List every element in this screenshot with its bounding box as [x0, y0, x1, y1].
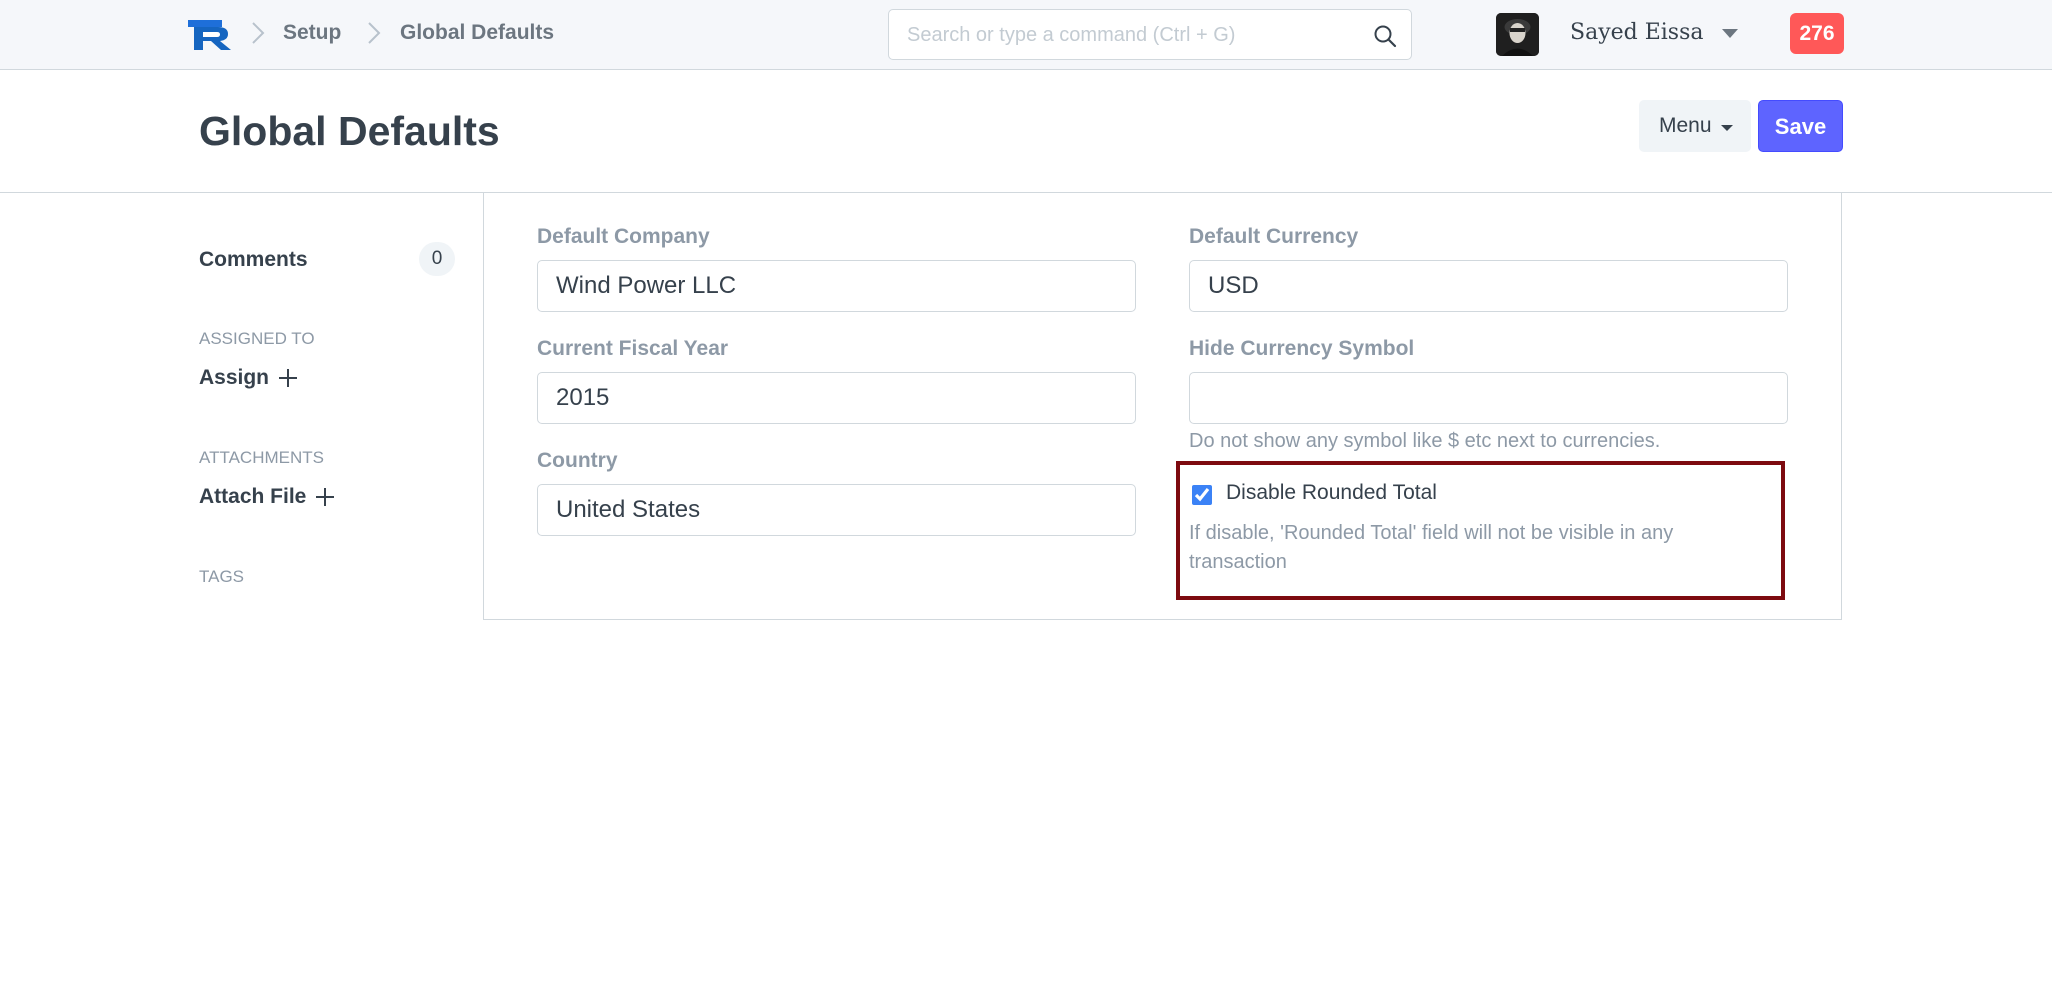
disable-rounded-total-highlight: Disable Rounded Total If disable, 'Round…: [1176, 461, 1785, 600]
caret-down-icon: [1721, 125, 1733, 131]
breadcrumb-global-defaults[interactable]: Global Defaults: [400, 21, 554, 45]
disable-rounded-total-label[interactable]: Disable Rounded Total: [1226, 481, 1437, 505]
default-company-label: Default Company: [537, 225, 710, 248]
attach-file-button[interactable]: Attach File: [199, 485, 335, 509]
current-fiscal-year-label: Current Fiscal Year: [537, 337, 729, 360]
caret-down-icon[interactable]: [1722, 29, 1738, 38]
page-title: Global Defaults: [199, 108, 500, 154]
menu-button-label: Menu: [1659, 114, 1712, 137]
sidebar-comments-link[interactable]: Comments: [199, 248, 308, 272]
default-currency-field[interactable]: [1189, 260, 1788, 312]
breadcrumb-setup[interactable]: Setup: [283, 21, 341, 45]
plus-icon: [316, 488, 335, 506]
default-currency-label: Default Currency: [1189, 225, 1359, 248]
tags-heading: TAGS: [199, 567, 245, 586]
assign-label: Assign: [199, 366, 270, 389]
user-avatar-icon: [1496, 13, 1539, 56]
logo-r-icon: [188, 20, 231, 50]
country-field[interactable]: [537, 484, 1136, 536]
attach-file-label: Attach File: [199, 485, 307, 508]
disable-rounded-total-help: If disable, 'Rounded Total' field will n…: [1189, 522, 1674, 573]
menu-button[interactable]: Menu: [1639, 100, 1751, 152]
user-menu-name[interactable]: Sayed Eissa: [1570, 20, 1704, 45]
save-button[interactable]: Save: [1758, 100, 1843, 152]
disable-rounded-total-checkbox[interactable]: [1192, 485, 1212, 505]
search-input[interactable]: [905, 18, 1365, 52]
page-header: Global Defaults Menu Save: [0, 70, 2052, 193]
attachments-heading: ATTACHMENTS: [199, 448, 324, 467]
form-layout: Default Company Current Fiscal Year Coun…: [483, 193, 1842, 620]
default-company-field[interactable]: [537, 260, 1136, 312]
hide-currency-symbol-help: Do not show any symbol like $ etc next t…: [1189, 430, 1661, 452]
current-fiscal-year-field[interactable]: [537, 372, 1136, 424]
assign-button[interactable]: Assign: [199, 366, 298, 390]
hide-currency-symbol-label: Hide Currency Symbol: [1189, 337, 1415, 360]
assigned-to-heading: ASSIGNED TO: [199, 329, 315, 348]
app-logo[interactable]: [188, 16, 232, 52]
country-label: Country: [537, 449, 618, 472]
top-navbar: Setup Global Defaults Sayed Eissa 276: [0, 0, 2052, 70]
plus-icon: [279, 369, 298, 387]
chevron-right-icon: [252, 22, 265, 44]
avatar[interactable]: [1496, 13, 1539, 56]
chevron-right-icon: [368, 22, 381, 44]
comments-count-badge: 0: [419, 242, 455, 276]
notification-badge[interactable]: 276: [1790, 13, 1844, 54]
search-icon[interactable]: [1373, 24, 1397, 48]
awesome-bar: [888, 9, 1412, 60]
hide-currency-symbol-field[interactable]: [1189, 372, 1788, 424]
